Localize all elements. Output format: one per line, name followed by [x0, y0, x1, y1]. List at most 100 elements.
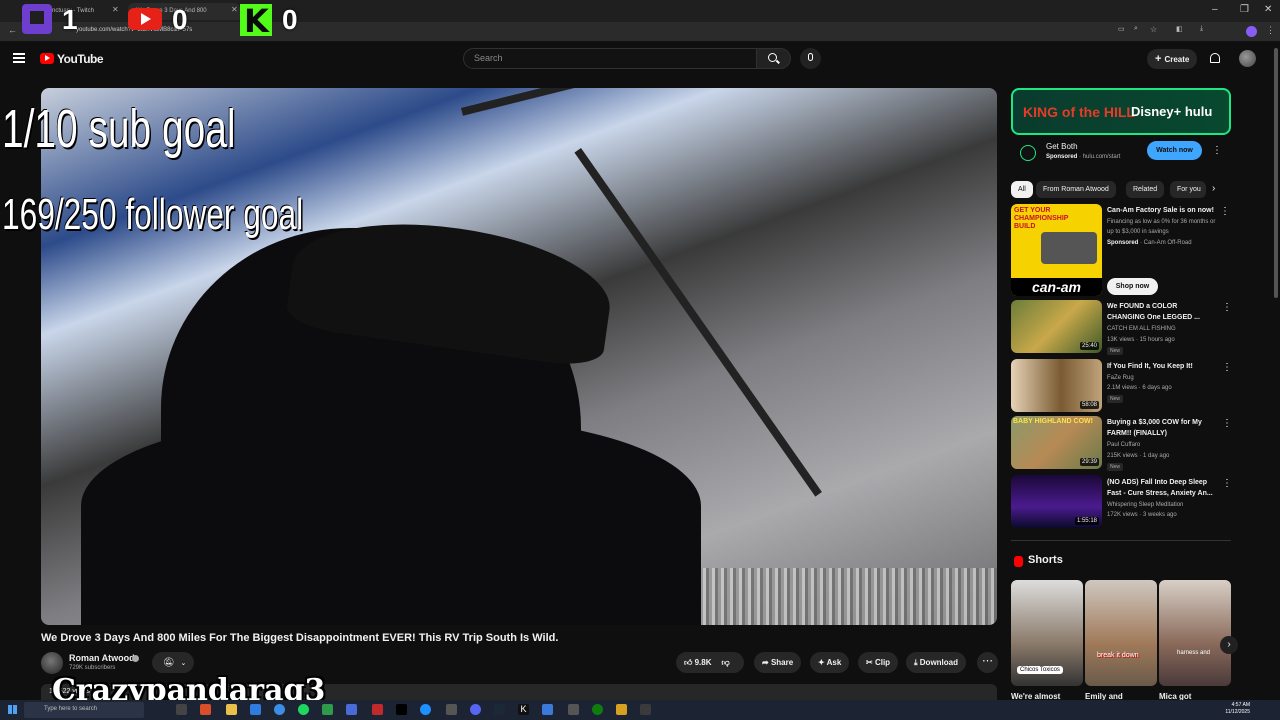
app-icon[interactable] [568, 704, 579, 715]
download-button[interactable]: ⤓ Download [906, 652, 966, 673]
app-icon[interactable] [250, 704, 261, 715]
subscription-bell-button[interactable]: 🔕︎ ⌄ [152, 652, 194, 673]
steam-icon[interactable] [494, 704, 505, 715]
windows-start-icon[interactable] [8, 705, 17, 714]
duration-badge: 58:08 [1079, 401, 1099, 409]
spotify-icon[interactable] [298, 704, 309, 715]
video-player[interactable] [41, 88, 997, 625]
chip-all[interactable]: All [1011, 181, 1033, 198]
search-icon[interactable] [768, 53, 777, 62]
ad-title[interactable]: Get Both [1046, 142, 1078, 151]
item-menu-icon[interactable]: ⋮ [1222, 418, 1232, 429]
taskbar-search-input[interactable]: Type here to search [24, 702, 144, 718]
duration-badge: 29:39 [1079, 458, 1099, 466]
window-close-icon[interactable]: ✕ [1264, 4, 1272, 15]
app-icon[interactable] [542, 704, 553, 715]
more-actions-button[interactable]: ⋯ [977, 652, 998, 673]
share-button[interactable]: ➦ Share [754, 652, 802, 673]
download-icon: ⤓ [914, 658, 918, 667]
back-icon[interactable]: ← [8, 25, 17, 35]
youtube-brand[interactable]: YouTube [57, 52, 104, 66]
downloads-icon[interactable]: ⤓ [1200, 25, 1203, 33]
app-icon[interactable] [420, 704, 431, 715]
short-thumbnail[interactable]: harness and [1159, 580, 1231, 686]
chip-from-roman-atwood[interactable]: From Roman Atwood [1036, 181, 1116, 198]
app-icon[interactable] [616, 704, 627, 715]
close-icon[interactable]: ✕ [231, 5, 238, 14]
close-icon[interactable]: ✕ [112, 5, 119, 14]
hamburger-menu-icon[interactable] [13, 53, 25, 63]
ask-button[interactable]: ✦ Ask [810, 652, 850, 673]
notifications-bell-icon[interactable] [1210, 53, 1220, 63]
watch-now-button[interactable]: Watch now [1147, 141, 1202, 160]
chevron-right-icon[interactable]: › [1220, 636, 1238, 654]
create-button[interactable]: + Create [1147, 49, 1197, 69]
chip-related[interactable]: Related [1126, 181, 1165, 198]
sponsored-advertiser-line: Sponsored · Can-Am Off-Road [1107, 238, 1217, 248]
video-thumbnail[interactable]: BABY HIGHLAND COW! 29:39 [1011, 416, 1102, 469]
youtube-logo-icon[interactable] [40, 53, 54, 64]
related-video-title[interactable]: We FOUND a COLOR CHANGING One LEGGED ... [1107, 301, 1217, 323]
chrome-icon[interactable] [322, 704, 333, 715]
browser-menu-icon[interactable]: ⋮ [1266, 25, 1275, 36]
search-input[interactable]: Search [463, 48, 757, 69]
short-thumbnail[interactable]: break it down [1085, 580, 1157, 686]
minimize-icon[interactable]: – [1212, 4, 1218, 15]
video-thumbnail[interactable]: 1:55:18 [1011, 475, 1102, 528]
xbox-icon[interactable] [592, 704, 603, 715]
related-video-title[interactable]: If You Find It, You Keep It! [1107, 361, 1217, 372]
microphone-icon[interactable] [808, 53, 813, 61]
app-icon[interactable] [640, 704, 651, 715]
item-menu-icon[interactable]: ⋮ [1220, 206, 1230, 217]
app-icon[interactable] [446, 704, 457, 715]
edge-icon[interactable] [274, 704, 285, 715]
related-video-title[interactable]: (NO ADS) Fall Into Deep Sleep Fast - Cur… [1107, 477, 1217, 499]
chip-for-you[interactable]: For you [1170, 181, 1206, 198]
maximize-icon[interactable]: ❐ [1240, 4, 1249, 15]
hulu-logo-icon [1020, 145, 1036, 161]
ad-banner[interactable]: KING of the HILL Disney+ hulu [1011, 88, 1231, 135]
twitch-counter: 1 [62, 4, 78, 35]
zoom-icon[interactable]: ⌕ [1134, 25, 1138, 33]
vehicle-image [1041, 232, 1097, 264]
page-scrollbar[interactable] [1274, 48, 1278, 298]
related-video-title[interactable]: Buying a $3,000 COW for My FARM!! (FINAL… [1107, 417, 1217, 439]
app-icon[interactable] [200, 704, 211, 715]
item-menu-icon[interactable]: ⋮ [1222, 302, 1232, 313]
chevron-right-icon[interactable]: › [1212, 183, 1215, 194]
channel-name[interactable]: Roman Atwood [69, 653, 135, 663]
app-icon[interactable] [346, 704, 357, 715]
related-channel[interactable]: CATCH EM ALL FISHING [1107, 324, 1217, 334]
sponsored-title[interactable]: Can-Am Factory Sale is on now! [1107, 205, 1217, 216]
thumbs-up-icon: 👍︎ [684, 658, 693, 667]
related-channel[interactable]: FaZe Rug [1107, 373, 1217, 383]
bell-off-icon: 🔕︎ [163, 657, 175, 667]
bookmark-star-icon[interactable]: ☆ [1150, 25, 1157, 34]
tent-pole [461, 88, 997, 116]
cast-icon[interactable]: ▭ [1118, 25, 1125, 33]
item-menu-icon[interactable]: ⋮ [1222, 362, 1232, 373]
extensions-icon[interactable]: ◧ [1176, 25, 1183, 33]
tiktok-icon[interactable] [396, 704, 407, 715]
shop-now-button[interactable]: Shop now [1107, 278, 1158, 295]
app-icon[interactable] [372, 704, 383, 715]
task-view-icon[interactable] [176, 704, 187, 715]
channel-avatar[interactable] [41, 652, 63, 674]
item-menu-icon[interactable]: ⋮ [1222, 478, 1232, 489]
video-thumbnail[interactable]: 25:40 [1011, 300, 1102, 353]
taskbar-clock[interactable]: 4:57 AM 11/12/2025 [1220, 702, 1250, 716]
share-icon: ➦ [762, 658, 769, 667]
sponsored-thumbnail[interactable]: GET YOUR CHAMPIONSHIP BUILD can-am [1011, 204, 1102, 296]
related-channel[interactable]: Whispering Sleep Meditation [1107, 500, 1217, 510]
kick-icon[interactable]: K [518, 704, 529, 715]
short-thumbnail[interactable]: Chicos Toxicos [1011, 580, 1083, 686]
file-explorer-icon[interactable] [226, 704, 237, 715]
discord-icon[interactable] [470, 704, 481, 715]
related-channel[interactable]: Paul Cuffaro [1107, 440, 1217, 450]
ad-menu-icon[interactable]: ⋮ [1212, 145, 1222, 156]
user-avatar[interactable] [1239, 50, 1256, 67]
profile-icon[interactable] [1246, 26, 1257, 37]
clip-button[interactable]: ✂ Clip [858, 652, 899, 673]
video-thumbnail[interactable]: 58:08 [1011, 359, 1102, 412]
like-button[interactable]: 👍︎ 9.8K 👎︎ [676, 652, 744, 673]
